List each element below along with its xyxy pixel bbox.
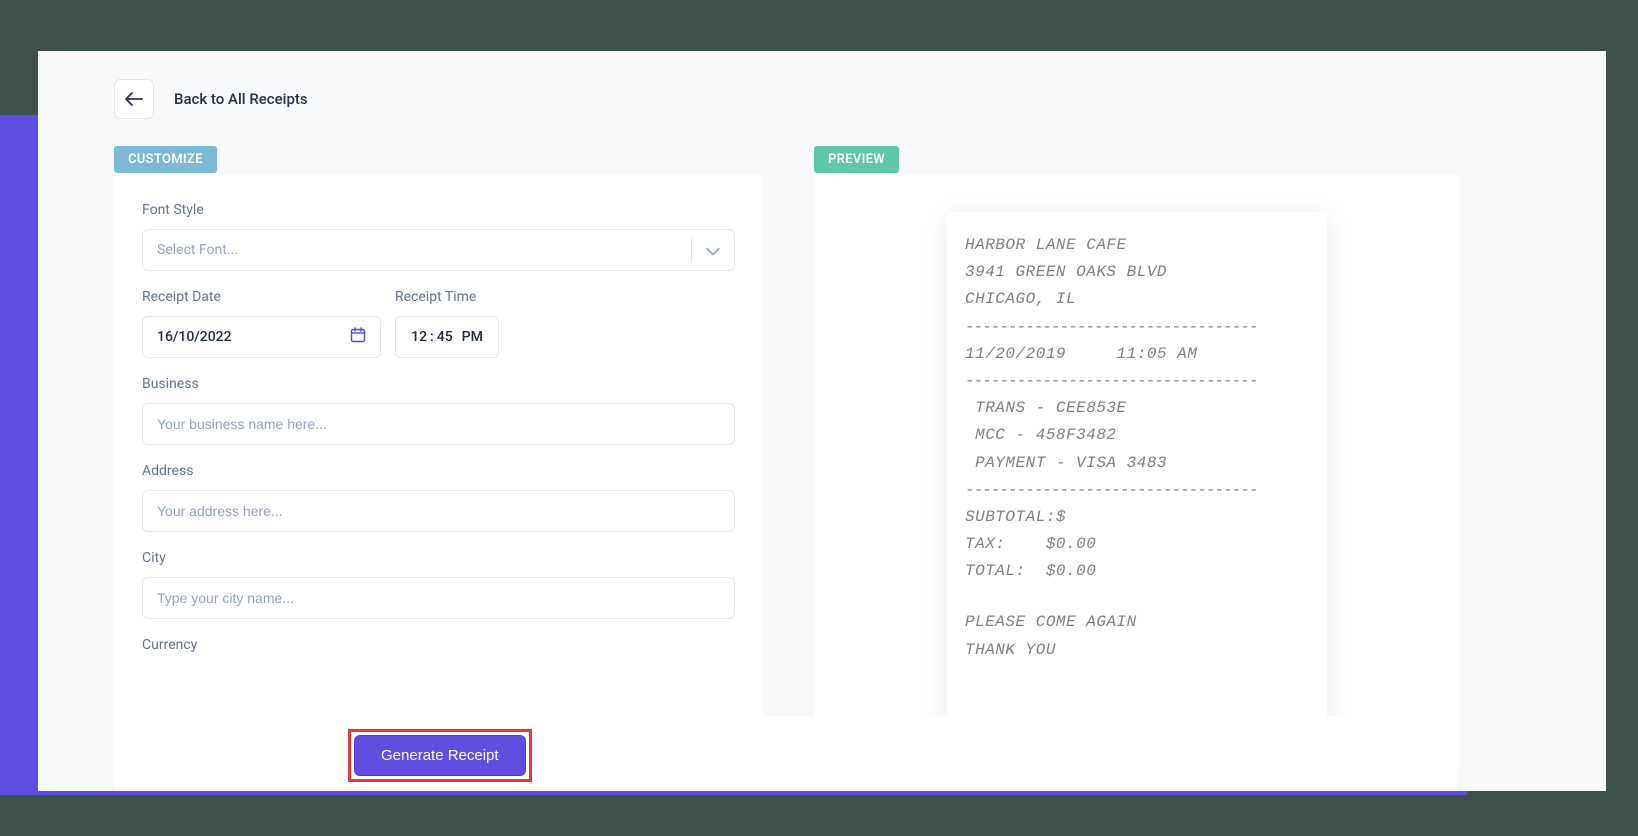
receipt-date-input[interactable]: 16/10/2022 [142,316,381,358]
receipt-total: TOTAL: $0.00 [965,558,1309,585]
receipt-divider: ---------------------------------- [965,368,1309,395]
receipt-time-label: Receipt Time [395,289,499,305]
receipt-divider: ---------------------------------- [965,477,1309,504]
receipt-tax: TAX: $0.00 [965,531,1309,558]
preview-panel: HARBOR LANE CAFE 3941 GREEN OAKS BLVD CH… [814,174,1460,769]
business-field: Business [142,376,735,445]
receipt-footer1: PLEASE COME AGAIN [965,609,1309,636]
customize-panel: Font Style Select Font... Receipt Date 1… [114,174,763,769]
receipt-payment: PAYMENT - VISA 3483 [965,450,1309,477]
receipt-mcc: MCC - 458F3482 [965,422,1309,449]
city-label: City [142,550,735,566]
calendar-icon [350,327,366,347]
font-style-label: Font Style [142,202,735,218]
receipt-subtotal: SUBTOTAL:$ [965,504,1309,531]
city-field: City [142,550,735,619]
receipt-time-field: Receipt Time 12 : 45 PM [395,289,499,358]
customize-badge: CUSTOMIZE [114,146,217,173]
currency-label: Currency [142,637,735,653]
generate-highlight: Generate Receipt [348,729,532,782]
address-label: Address [142,463,735,479]
back-nav: Back to All Receipts [114,79,308,119]
back-label: Back to All Receipts [174,90,308,108]
receipt-date-value: 16/10/2022 [157,329,232,345]
select-divider [691,238,692,262]
main-card: Back to All Receipts CUSTOMIZE PREVIEW F… [38,51,1606,791]
date-time-row: Receipt Date 16/10/2022 Receipt Time [142,289,735,358]
receipt-date-label: Receipt Date [142,289,381,305]
time-minute: 45 [437,329,453,345]
arrow-left-icon [125,92,143,106]
receipt-city: CHICAGO, IL [965,286,1309,313]
receipt-date-field: Receipt Date 16/10/2022 [142,289,381,358]
time-hour: 12 [411,329,427,345]
receipt-preview: HARBOR LANE CAFE 3941 GREEN OAKS BLVD CH… [947,212,1327,731]
business-input[interactable] [142,403,735,445]
receipt-address: 3941 GREEN OAKS BLVD [965,259,1309,286]
bottom-bar [114,716,1458,791]
generate-receipt-button[interactable]: Generate Receipt [354,735,526,776]
back-button[interactable] [114,79,154,119]
receipt-divider: ---------------------------------- [965,314,1309,341]
address-input[interactable] [142,490,735,532]
receipt-business: HARBOR LANE CAFE [965,232,1309,259]
preview-badge: PREVIEW [814,146,899,173]
font-style-placeholder: Select Font... [157,242,238,258]
currency-field: Currency [142,637,735,653]
receipt-trans: TRANS - CEE853E [965,395,1309,422]
address-field: Address [142,463,735,532]
receipt-datetime: 11/20/2019 11:05 AM [965,341,1309,368]
font-style-field: Font Style Select Font... [142,202,735,271]
time-ampm: PM [462,329,483,345]
city-input[interactable] [142,577,735,619]
chevron-down-icon [706,241,720,260]
business-label: Business [142,376,735,392]
receipt-footer2: THANK YOU [965,637,1309,664]
font-style-select[interactable]: Select Font... [142,229,735,271]
receipt-time-input[interactable]: 12 : 45 PM [395,316,499,358]
